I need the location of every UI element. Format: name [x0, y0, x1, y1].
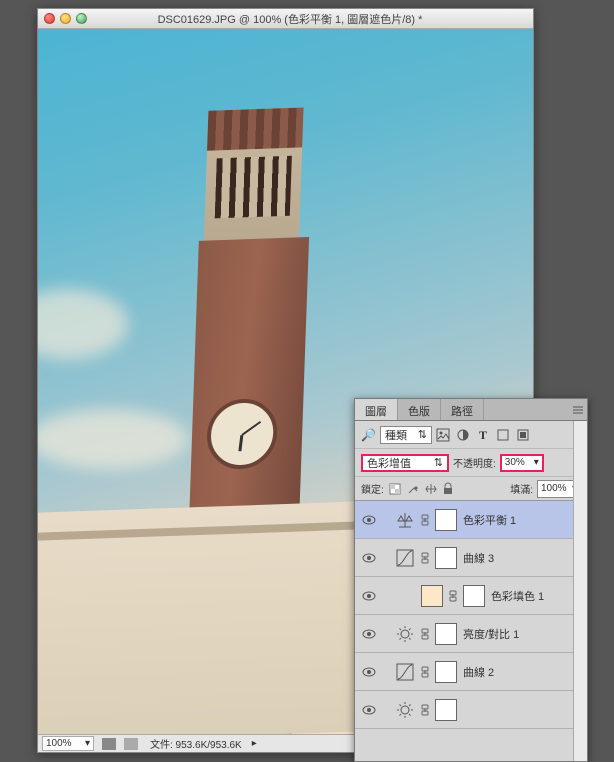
- layer-mask[interactable]: [435, 509, 457, 531]
- layer-name: 色彩平衡 1: [463, 512, 516, 528]
- adjustment-icon: [395, 586, 415, 606]
- close-icon[interactable]: [44, 13, 55, 24]
- shape-filter-icon[interactable]: [496, 428, 510, 442]
- opacity-input[interactable]: 30% ▾: [500, 454, 544, 472]
- blend-mode-dropdown[interactable]: 色彩增值 ⇅: [361, 454, 449, 472]
- adjustment-filter-icon[interactable]: [456, 428, 470, 442]
- layer-mask[interactable]: [463, 585, 485, 607]
- link-icon[interactable]: [421, 703, 429, 717]
- chevron-updown-icon: ⇅: [418, 428, 427, 441]
- visibility-icon[interactable]: [361, 589, 377, 603]
- kind-dropdown[interactable]: 種類 ⇅: [380, 426, 432, 444]
- visibility-icon[interactable]: [361, 665, 377, 679]
- layers-panel: 圖層 色版 路徑 🔎 種類 ⇅ T 色彩增值 ⇅ 不透明度: 30% ▾: [354, 398, 588, 762]
- kind-label: 種類: [385, 427, 407, 443]
- lock-all-icon[interactable]: [442, 482, 454, 496]
- panel-scrollbar[interactable]: [573, 421, 587, 761]
- tab-paths[interactable]: 路徑: [441, 399, 484, 420]
- panel-tabs: 圖層 色版 路徑: [355, 399, 587, 421]
- lock-row: 鎖定: 填滿: 100% ▾: [355, 477, 587, 501]
- chevron-down-icon: ▾: [85, 738, 90, 749]
- filter-icons: T: [436, 428, 530, 442]
- blend-mode-value: 色彩增值: [367, 455, 411, 471]
- minimize-icon[interactable]: [60, 13, 71, 24]
- filter-row: 🔎 種類 ⇅ T: [355, 421, 587, 449]
- adjustment-icon: [395, 510, 415, 530]
- zoom-input[interactable]: 100% ▾: [42, 736, 94, 751]
- zoom-icon[interactable]: [76, 13, 87, 24]
- layer-row[interactable]: 亮度/對比 1: [355, 615, 587, 653]
- visibility-icon[interactable]: [361, 703, 377, 717]
- layer-mask[interactable]: [435, 699, 457, 721]
- adjustment-icon: [395, 662, 415, 682]
- adjustment-icon: [395, 548, 415, 568]
- layer-row[interactable]: 色彩填色 1: [355, 577, 587, 615]
- lock-label: 鎖定:: [361, 481, 384, 496]
- text-filter-icon[interactable]: T: [476, 428, 490, 442]
- layer-row[interactable]: 曲線 3: [355, 539, 587, 577]
- chevron-down-icon: ▾: [534, 457, 539, 468]
- link-icon[interactable]: [421, 513, 429, 527]
- tab-channels[interactable]: 色版: [398, 399, 441, 420]
- layer-mask[interactable]: [435, 547, 457, 569]
- search-icon: 🔎: [361, 428, 376, 442]
- link-icon[interactable]: [421, 665, 429, 679]
- layer-list: 色彩平衡 1 曲線 3 色彩填色 1 亮度/對比 1 曲線 2: [355, 501, 587, 761]
- file-info: 文件: 953.6K/953.6K: [150, 736, 242, 751]
- visibility-icon[interactable]: [361, 627, 377, 641]
- image-content: [38, 289, 128, 359]
- export-icon[interactable]: [124, 738, 138, 750]
- panel-menu-icon[interactable]: [569, 399, 587, 420]
- adjustment-icon: [395, 700, 415, 720]
- layer-name: 曲線 3: [463, 550, 494, 566]
- layer-thumbnail: [421, 585, 443, 607]
- opacity-label: 不透明度:: [453, 455, 496, 470]
- image-filter-icon[interactable]: [436, 428, 450, 442]
- document-title: DSC01629.JPG @ 100% (色彩平衡 1, 圖層遮色片/8) *: [93, 11, 527, 27]
- layer-mask[interactable]: [435, 623, 457, 645]
- layer-row[interactable]: 曲線 2: [355, 653, 587, 691]
- layer-row[interactable]: 色彩平衡 1: [355, 501, 587, 539]
- tab-layers[interactable]: 圖層: [355, 399, 398, 420]
- layer-name: 亮度/對比 1: [463, 626, 519, 642]
- lock-position-icon[interactable]: [424, 482, 438, 496]
- fill-value: 100%: [541, 483, 567, 494]
- layer-name: 曲線 2: [463, 664, 494, 680]
- lock-transparent-icon[interactable]: [388, 482, 402, 496]
- chevron-updown-icon: ⇅: [434, 456, 443, 469]
- link-icon[interactable]: [421, 551, 429, 565]
- lock-pixels-icon[interactable]: [406, 482, 420, 496]
- blend-opacity-row: 色彩增值 ⇅ 不透明度: 30% ▾: [355, 449, 587, 477]
- status-icon[interactable]: [102, 738, 116, 750]
- layer-row[interactable]: [355, 691, 587, 729]
- layer-name: 色彩填色 1: [491, 588, 544, 604]
- layer-mask[interactable]: [435, 661, 457, 683]
- chevron-right-icon[interactable]: ▸: [252, 738, 257, 749]
- opacity-value: 30%: [505, 457, 525, 468]
- link-icon[interactable]: [421, 627, 429, 641]
- visibility-icon[interactable]: [361, 551, 377, 565]
- adjustment-icon: [395, 624, 415, 644]
- smartobject-filter-icon[interactable]: [516, 428, 530, 442]
- link-icon[interactable]: [449, 589, 457, 603]
- window-controls: [44, 13, 87, 24]
- visibility-icon[interactable]: [361, 513, 377, 527]
- fill-label: 填滿:: [510, 481, 533, 496]
- titlebar: DSC01629.JPG @ 100% (色彩平衡 1, 圖層遮色片/8) *: [38, 9, 533, 29]
- zoom-value: 100%: [46, 738, 72, 749]
